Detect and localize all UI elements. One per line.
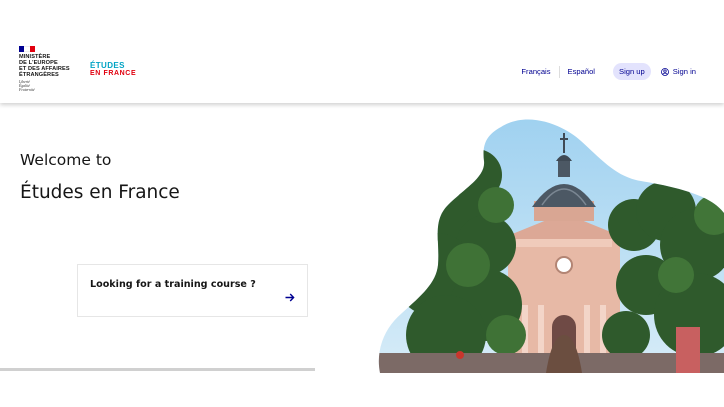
header-nav: Français Español Sign up Sign in <box>521 63 696 80</box>
republic-motto: Liberté Égalité Fraternité <box>19 80 35 92</box>
carousel-progress-fill <box>0 368 315 371</box>
page-title: Études en France <box>20 182 180 203</box>
signup-button[interactable]: Sign up <box>613 63 651 80</box>
site-header: MINISTÈRE DE L'EUROPE ET DES AFFAIRES ÉT… <box>0 0 724 103</box>
carousel-progress-bar <box>0 368 315 371</box>
french-flag-icon <box>19 46 35 52</box>
sorbonne-illustration <box>378 119 724 373</box>
training-card-label: Looking for a training course ? <box>90 279 256 290</box>
nav-separator <box>558 65 560 78</box>
signin-label: Sign in <box>672 67 696 76</box>
training-course-search-card[interactable]: Looking for a training course ? <box>77 264 308 317</box>
brand-line-2: EN FRANCE <box>90 70 137 77</box>
signin-button[interactable]: Sign in <box>660 67 696 76</box>
hero-image <box>376 115 724 373</box>
ministry-logo[interactable]: MINISTÈRE DE L'EUROPE ET DES AFFAIRES ÉT… <box>19 46 79 92</box>
user-circle-icon <box>660 67 669 76</box>
welcome-text: Welcome to <box>20 151 112 169</box>
etudes-en-france-logo[interactable]: ÉTUDES EN FRANCE <box>90 62 136 78</box>
lang-spanish-link[interactable]: Español <box>568 67 595 76</box>
arrow-right-icon <box>285 293 295 302</box>
ministry-name: MINISTÈRE DE L'EUROPE ET DES AFFAIRES ÉT… <box>19 54 70 78</box>
lang-french-link[interactable]: Français <box>521 67 550 76</box>
brand-line-1: ÉTUDES <box>90 61 125 70</box>
